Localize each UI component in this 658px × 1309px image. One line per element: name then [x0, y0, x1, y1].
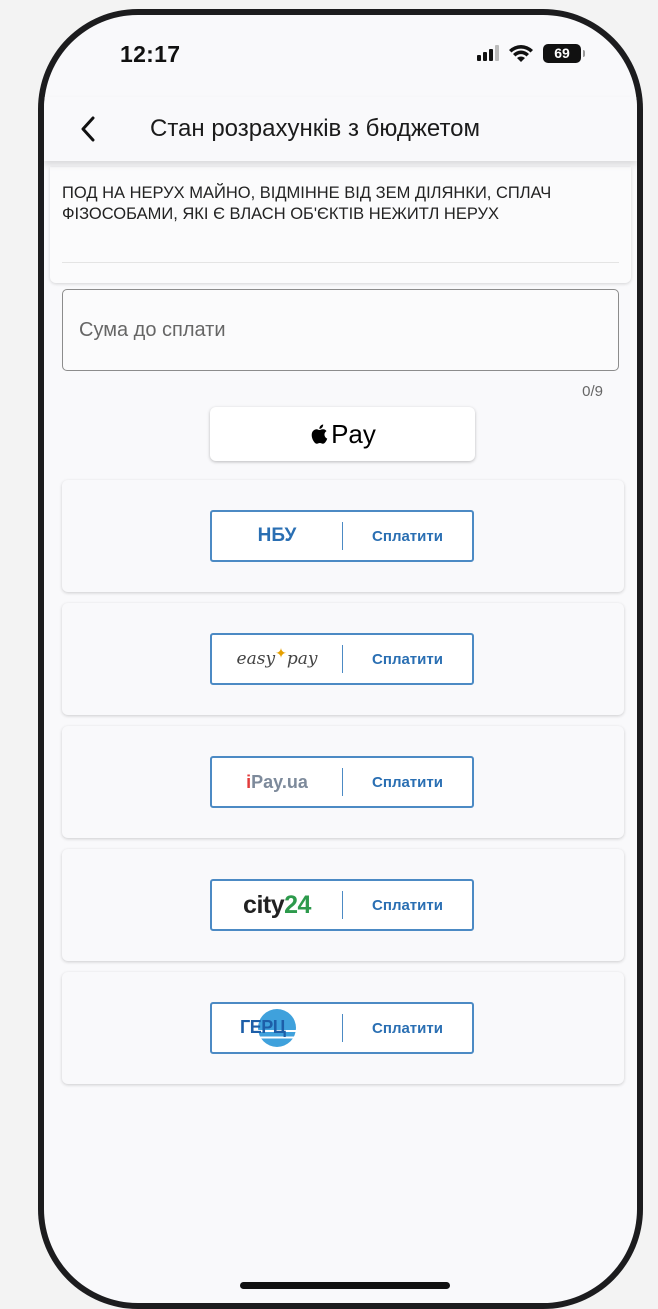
gerc-logo-mark: ГЕРЦ: [240, 1009, 296, 1047]
app-screen: 12:17 69 Стан розрахунків з бюджетом ПОД…: [44, 15, 637, 1303]
pay-button-label: Сплатити: [372, 527, 443, 545]
cellular-signal-icon: [477, 45, 499, 61]
gerc-logo-text: ГЕРЦ: [240, 1017, 286, 1037]
city24-logo: city24: [212, 891, 342, 920]
wifi-icon: [509, 45, 533, 62]
payment-description-card: ПОД НА НЕРУХ МАЙНО, ВІДМІННЕ ВІД ЗЕМ ДІЛ…: [50, 167, 631, 283]
pay-button-nbu[interactable]: НБУ Сплатити: [210, 510, 474, 562]
character-counter: 0/9: [582, 383, 603, 400]
home-indicator[interactable]: [240, 1282, 450, 1289]
pay-button-label: Сплатити: [372, 896, 443, 914]
ipay-logo-text: iPay.ua: [246, 771, 308, 792]
pay-button-label: Сплатити: [372, 650, 443, 668]
amount-input[interactable]: [63, 290, 618, 370]
pay-button-label: Сплатити: [372, 773, 443, 791]
chevron-left-icon: [81, 116, 95, 142]
apple-logo-icon: [311, 424, 328, 444]
status-icons: 69: [477, 43, 585, 63]
phone-frame: 12:17 69 Стан розрахунків з бюджетом ПОД…: [38, 9, 643, 1309]
status-bar: 12:17 69: [44, 15, 637, 95]
provider-card-gerc: ГЕРЦ Сплатити: [62, 972, 624, 1084]
pay-button-easypay[interactable]: easy✦pay Сплатити: [210, 633, 474, 685]
battery-icon: 69: [543, 43, 585, 63]
status-time: 12:17: [120, 41, 181, 67]
pay-button-city24[interactable]: city24 Сплатити: [210, 879, 474, 931]
back-button[interactable]: [70, 111, 106, 147]
battery-level: 69: [554, 45, 570, 61]
pay-button-gerc[interactable]: ГЕРЦ Сплатити: [210, 1002, 474, 1054]
apple-pay-button[interactable]: Pay: [210, 407, 475, 461]
nbu-logo: НБУ: [212, 525, 342, 547]
pay-button-label: Сплатити: [372, 1019, 443, 1037]
easypay-logo-text: easy✦pay: [236, 646, 318, 669]
gerc-logo: ГЕРЦ: [212, 1009, 342, 1047]
divider: [62, 262, 619, 263]
city24-logo-text: city24: [243, 890, 311, 919]
easypay-logo: easy✦pay: [212, 646, 342, 669]
navigation-bar: Стан розрахунків з бюджетом: [44, 97, 637, 161]
provider-card-easypay: easy✦pay Сплатити: [62, 603, 624, 715]
payment-description: ПОД НА НЕРУХ МАЙНО, ВІДМІННЕ ВІД ЗЕМ ДІЛ…: [62, 184, 552, 223]
pay-button-ipay[interactable]: iPay.ua Сплатити: [210, 756, 474, 808]
provider-card-nbu: НБУ Сплатити: [62, 480, 624, 592]
ipay-logo: iPay.ua: [212, 772, 342, 793]
amount-field[interactable]: [62, 289, 619, 371]
provider-card-ipay: iPay.ua Сплатити: [62, 726, 624, 838]
nbu-logo-text: НБУ: [257, 525, 297, 546]
apple-pay-label: Pay: [331, 418, 376, 449]
provider-card-city24: city24 Сплатити: [62, 849, 624, 961]
page-title: Стан розрахунків з бюджетом: [150, 115, 481, 142]
